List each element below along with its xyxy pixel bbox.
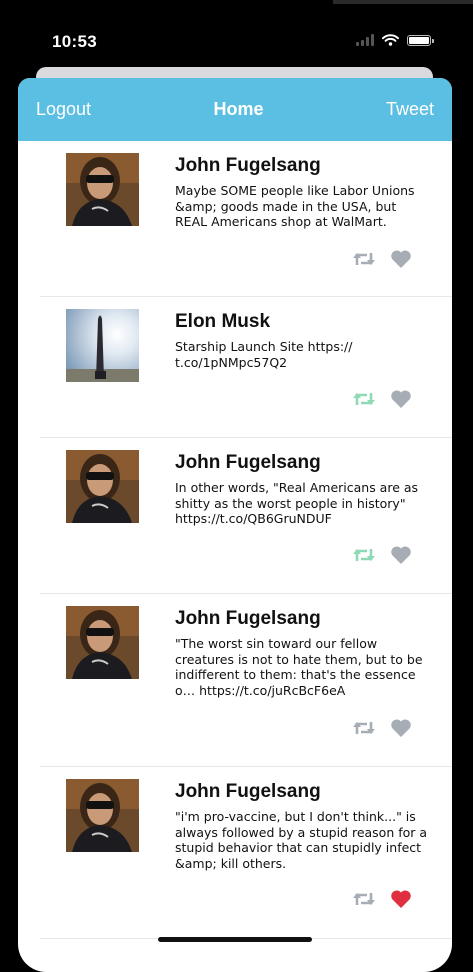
rocket-avatar-icon (66, 309, 139, 382)
heart-icon[interactable] (390, 718, 412, 743)
navigation-bar: Logout Home Tweet (18, 78, 452, 141)
app-screen: Logout Home Tweet John Fugelsang Maybe S… (18, 78, 452, 972)
tweet-text: Starship Launch Site https:// t.co/1pNMp… (175, 339, 353, 370)
logout-button[interactable]: Logout (36, 99, 91, 120)
tweet-feed[interactable]: John Fugelsang Maybe SOME people like La… (18, 141, 452, 939)
cellular-signal-icon (356, 34, 374, 46)
retweet-icon[interactable] (352, 890, 376, 913)
phone-frame: 10:53 Logout Home Tweet John Fugelsang M… (0, 0, 473, 972)
tweet-button[interactable]: Tweet (386, 99, 434, 120)
user-name: John Fugelsang (175, 155, 321, 176)
tweet-text: "i'm pro-vaccine, but I don't think..." … (175, 809, 428, 871)
retweet-icon[interactable] (352, 719, 376, 742)
person-avatar-icon (66, 450, 139, 523)
heart-icon[interactable] (390, 389, 412, 414)
person-avatar-icon (66, 606, 139, 679)
retweet-icon[interactable] (352, 546, 376, 569)
wifi-icon (382, 34, 399, 46)
bezel (333, 0, 473, 4)
home-indicator[interactable] (158, 937, 312, 942)
tweet-actions (352, 545, 412, 570)
status-time: 10:53 (52, 32, 97, 51)
tweet-text: In other words, "Real Americans are as s… (175, 480, 419, 526)
tweet-actions (352, 718, 412, 743)
heart-icon[interactable] (390, 249, 412, 274)
profile-image[interactable] (66, 606, 139, 679)
profile-image[interactable] (66, 450, 139, 523)
heart-icon[interactable] (390, 889, 412, 914)
person-avatar-icon (66, 779, 139, 852)
tweet-text: Maybe SOME people like Labor Unions &amp… (175, 183, 415, 229)
user-name: John Fugelsang (175, 781, 321, 802)
profile-image[interactable] (66, 309, 139, 382)
profile-image[interactable] (66, 153, 139, 226)
tweet-cell[interactable]: John Fugelsang In other words, "Real Ame… (40, 438, 452, 594)
tweet-cell[interactable]: John Fugelsang "The worst sin toward our… (40, 594, 452, 767)
person-avatar-icon (66, 153, 139, 226)
user-name: Elon Musk (175, 311, 271, 332)
user-name: John Fugelsang (175, 452, 321, 473)
retweet-icon[interactable] (352, 390, 376, 413)
tweet-text: "The worst sin toward our fellow creatur… (175, 636, 423, 698)
tweet-actions (352, 889, 412, 914)
tweet-cell[interactable]: Elon Musk Starship Launch Site https:// … (40, 297, 452, 438)
profile-image[interactable] (66, 779, 139, 852)
status-icons (356, 34, 434, 46)
heart-icon[interactable] (390, 545, 412, 570)
tweet-actions (352, 249, 412, 274)
page-title: Home (213, 99, 264, 119)
tweet-cell[interactable]: John Fugelsang Maybe SOME people like La… (40, 141, 452, 297)
tweet-actions (352, 389, 412, 414)
user-name: John Fugelsang (175, 608, 321, 629)
retweet-icon[interactable] (352, 250, 376, 273)
battery-icon (407, 34, 434, 46)
tweet-cell[interactable]: John Fugelsang "i'm pro-vaccine, but I d… (40, 767, 452, 939)
